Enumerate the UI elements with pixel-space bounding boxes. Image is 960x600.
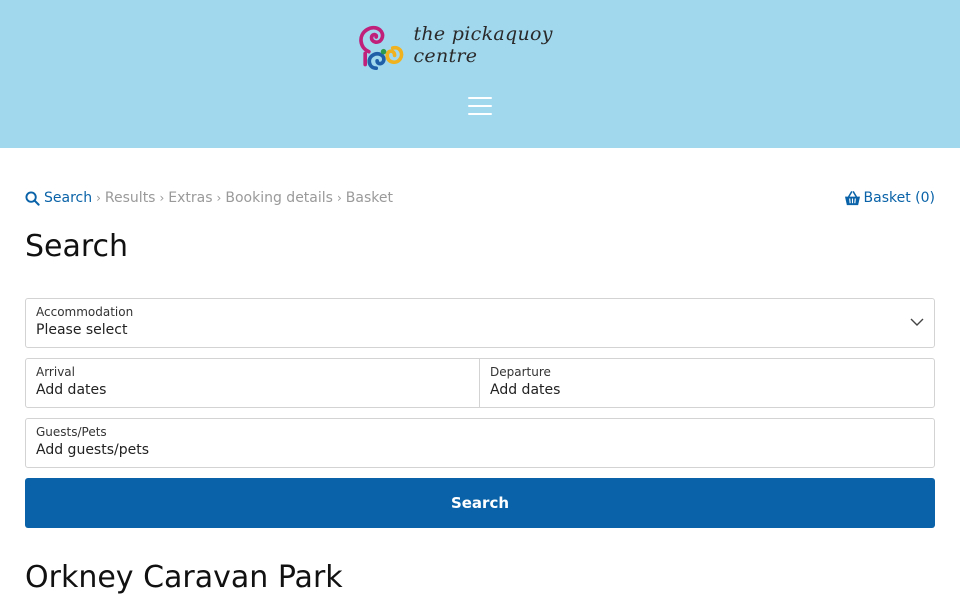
search-icon: [25, 190, 40, 206]
departure-date-field[interactable]: Departure Add dates: [479, 358, 935, 408]
breadcrumb-separator: ›: [216, 191, 222, 205]
logo-text: the pickaquoy centre: [413, 23, 553, 67]
guests-value: Add guests/pets: [36, 442, 150, 458]
breadcrumb: Search › Results › Extras › Booking deta…: [25, 188, 393, 208]
arrival-date-field[interactable]: Arrival Add dates: [25, 358, 480, 408]
arrival-label: Arrival: [36, 365, 75, 379]
hamburger-menu-icon[interactable]: [466, 93, 494, 119]
search-button[interactable]: Search: [25, 478, 935, 528]
breadcrumb-item-search[interactable]: Search: [25, 190, 92, 206]
logo-swirl-icon: [359, 25, 404, 71]
park-title: Orkney Caravan Park: [25, 560, 343, 595]
guests-label: Guests/Pets: [36, 425, 107, 439]
accommodation-label: Accommodation: [36, 305, 134, 319]
breadcrumb-item-booking-details: Booking details: [225, 190, 333, 206]
accommodation-value: Please select: [36, 322, 128, 338]
departure-value: Add dates: [490, 382, 561, 398]
page-title: Search: [25, 229, 129, 264]
breadcrumb-separator: ›: [96, 191, 101, 205]
breadcrumb-separator: ›: [336, 191, 342, 205]
chevron-down-icon: [910, 318, 924, 326]
breadcrumb-item-basket: Basket: [345, 190, 393, 206]
breadcrumb-item-extras: Extras: [168, 190, 213, 206]
accommodation-select[interactable]: Accommodation Please select: [25, 298, 935, 348]
breadcrumb-item-results: Results: [104, 190, 156, 206]
basket-link[interactable]: Basket (0): [844, 188, 935, 208]
guests-pets-field[interactable]: Guests/Pets Add guests/pets: [25, 418, 935, 468]
site-header: the pickaquoy centre: [0, 0, 960, 148]
basket-label: Basket (0): [863, 190, 935, 206]
departure-label: Departure: [490, 365, 551, 379]
breadcrumb-label-search: Search: [44, 190, 93, 206]
breadcrumb-separator: ›: [159, 191, 165, 205]
arrival-value: Add dates: [36, 382, 107, 398]
basket-icon: [844, 190, 860, 205]
site-logo[interactable]: the pickaquoy centre: [356, 22, 606, 74]
